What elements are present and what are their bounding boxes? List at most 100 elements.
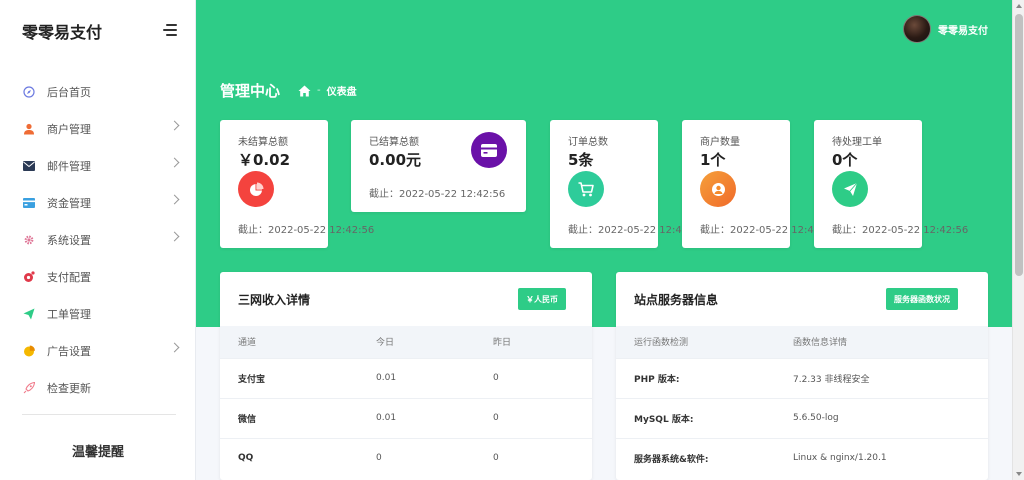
scrollbar-thumb[interactable] <box>1015 14 1023 276</box>
chevron-right-icon <box>169 194 180 205</box>
sidebar-item-mail[interactable]: 邮件管理 <box>0 147 196 184</box>
table-cell: 0 <box>376 437 493 478</box>
stat-value: ￥0.02 <box>238 151 291 169</box>
chevron-right-icon <box>169 157 180 168</box>
sidebar-item-label: 支付配置 <box>47 270 91 284</box>
mail-icon <box>22 159 35 172</box>
table-cell: 0 <box>493 437 592 478</box>
table-cell: 5.6.50-log <box>793 397 988 438</box>
sidebar-item-settings[interactable]: 系统设置 <box>0 221 196 258</box>
brand-logo: 零零易支付 <box>22 23 103 42</box>
chevron-right-icon <box>169 120 180 131</box>
stat-title: 未结算总额 <box>238 137 288 148</box>
table-cell: 0.01 <box>376 357 493 398</box>
panel-header: 三网收入详情 ￥人民币 <box>220 272 592 326</box>
table-cell: 0 <box>493 397 592 438</box>
stat-footnote: 截止：2022-05-22 12:42:56 <box>369 189 506 200</box>
stat-value: 0.00元 <box>369 151 422 169</box>
table-row: 微信 0.01 0 <box>220 397 592 438</box>
home-icon[interactable] <box>298 85 311 97</box>
page-scrollbar[interactable] <box>1012 0 1024 480</box>
table-row: QQ 0 0 <box>220 437 592 478</box>
currency-button[interactable]: ￥人民币 <box>518 288 566 310</box>
username[interactable]: 零零易支付 <box>938 22 988 37</box>
sidebar-item-tickets[interactable]: 工单管理 <box>0 295 196 332</box>
menu-toggle-icon[interactable] <box>163 24 177 36</box>
compass-icon <box>22 85 35 98</box>
scroll-up-icon[interactable] <box>1016 4 1022 8</box>
stat-value: 1个 <box>700 151 726 169</box>
paper-plane-icon <box>832 171 868 207</box>
stat-title: 订单总数 <box>568 137 608 148</box>
stat-value: 0个 <box>832 151 858 169</box>
gear-icon <box>22 233 35 246</box>
server-table: 运行函数检测 函数信息详情 PHP 版本: 7.2.33 非线程安全 MySQL… <box>616 326 988 478</box>
table-header-row: 运行函数检测 函数信息详情 <box>616 326 988 358</box>
panel-title: 站点服务器信息 <box>634 293 719 307</box>
column-header: 通道 <box>220 326 376 358</box>
pay-config-icon <box>22 270 35 283</box>
stat-title: 待处理工单 <box>832 137 882 148</box>
server-panel: 站点服务器信息 服务器函数状况 运行函数检测 函数信息详情 PHP 版本: 7.… <box>616 272 988 480</box>
chevron-right-icon <box>169 342 180 353</box>
server-status-button[interactable]: 服务器函数状况 <box>886 288 958 310</box>
table-cell: QQ <box>220 437 376 478</box>
page-title: 管理中心 <box>220 82 281 100</box>
table-header-row: 通道 今日 昨日 <box>220 326 592 358</box>
table-row: PHP 版本: 7.2.33 非线程安全 <box>616 357 988 398</box>
column-header: 今日 <box>376 326 493 358</box>
table-cell: Linux & nginx/1.20.1 <box>793 437 988 478</box>
user-icon <box>22 122 35 135</box>
table-cell: PHP 版本: <box>616 357 793 398</box>
sidebar-item-pay-config[interactable]: 支付配置 <box>0 258 196 295</box>
stat-card-orders: 订单总数 5条 截止：2022-05-22 12:42:56 <box>550 120 704 248</box>
sidebar-item-check-update[interactable]: 检查更新 <box>0 369 196 406</box>
cart-icon <box>568 171 604 207</box>
sidebar-item-ads[interactable]: 广告设置 <box>0 332 196 369</box>
table-row: MySQL 版本: 5.6.50-log <box>616 397 988 438</box>
sidebar-item-label: 商户管理 <box>47 122 91 136</box>
user-menu[interactable]: 零零易支付 <box>903 15 988 43</box>
table-row: 支付宝 0.01 0 <box>220 357 592 398</box>
sidebar-item-label: 邮件管理 <box>47 159 91 173</box>
sidebar-item-label: 检查更新 <box>47 381 91 395</box>
sidebar: 零零易支付 后台首页 商户管理 邮件管理 资金管理 系统设置 支付配置 工单管理… <box>0 0 196 480</box>
sidebar-nav: 后台首页 商户管理 邮件管理 资金管理 系统设置 支付配置 工单管理 广告设置 … <box>0 73 196 406</box>
tips-title: 温馨提醒 <box>71 445 124 460</box>
sidebar-item-merchants[interactable]: 商户管理 <box>0 110 196 147</box>
credit-card-icon <box>471 132 507 168</box>
income-table: 通道 今日 昨日 支付宝 0.01 0 微信 0.01 0 QQ 0 0 <box>220 326 592 478</box>
table-cell: 支付宝 <box>220 357 376 398</box>
pie-icon <box>22 344 35 357</box>
table-cell: 服务器系统&软件: <box>616 437 793 478</box>
stat-value: 5条 <box>568 151 594 169</box>
stat-title: 已结算总额 <box>369 137 419 148</box>
table-row: 服务器系统&软件: Linux & nginx/1.20.1 <box>616 437 988 478</box>
table-cell: 0.01 <box>376 397 493 438</box>
sidebar-divider <box>22 414 176 415</box>
pie-chart-icon <box>238 171 274 207</box>
sidebar-item-label: 系统设置 <box>47 233 91 247</box>
stat-card-merchants: 商户数量 1个 截止：2022-05-22 12:42:56 <box>682 120 836 248</box>
panel-header: 站点服务器信息 服务器函数状况 <box>616 272 988 326</box>
stat-card-tickets: 待处理工单 0个 截止：2022-05-22 12:42:56 <box>814 120 968 248</box>
table-cell: 微信 <box>220 397 376 438</box>
scroll-down-icon[interactable] <box>1016 472 1022 476</box>
sidebar-item-dashboard[interactable]: 后台首页 <box>0 73 196 110</box>
avatar[interactable] <box>903 15 931 43</box>
send-icon <box>22 307 35 320</box>
stat-footnote: 截止：2022-05-22 12:42:56 <box>832 225 969 236</box>
table-cell: 7.2.33 非线程安全 <box>793 357 988 398</box>
sidebar-item-funds[interactable]: 资金管理 <box>0 184 196 221</box>
sidebar-item-label: 资金管理 <box>47 196 91 210</box>
stat-card-settled: 已结算总额 0.00元 截止：2022-05-22 12:42:56 <box>351 120 526 212</box>
panel-title: 三网收入详情 <box>238 293 311 307</box>
sidebar-item-label: 广告设置 <box>47 344 91 358</box>
stat-footnote: 截止：2022-05-22 12:42:56 <box>238 225 375 236</box>
stat-title: 商户数量 <box>700 137 740 148</box>
user-circle-icon <box>700 171 736 207</box>
income-panel: 三网收入详情 ￥人民币 通道 今日 昨日 支付宝 0.01 0 微信 0.01 … <box>220 272 592 480</box>
column-header: 运行函数检测 <box>616 326 793 358</box>
breadcrumb-separator: - <box>317 85 321 96</box>
table-cell: MySQL 版本: <box>616 397 793 438</box>
